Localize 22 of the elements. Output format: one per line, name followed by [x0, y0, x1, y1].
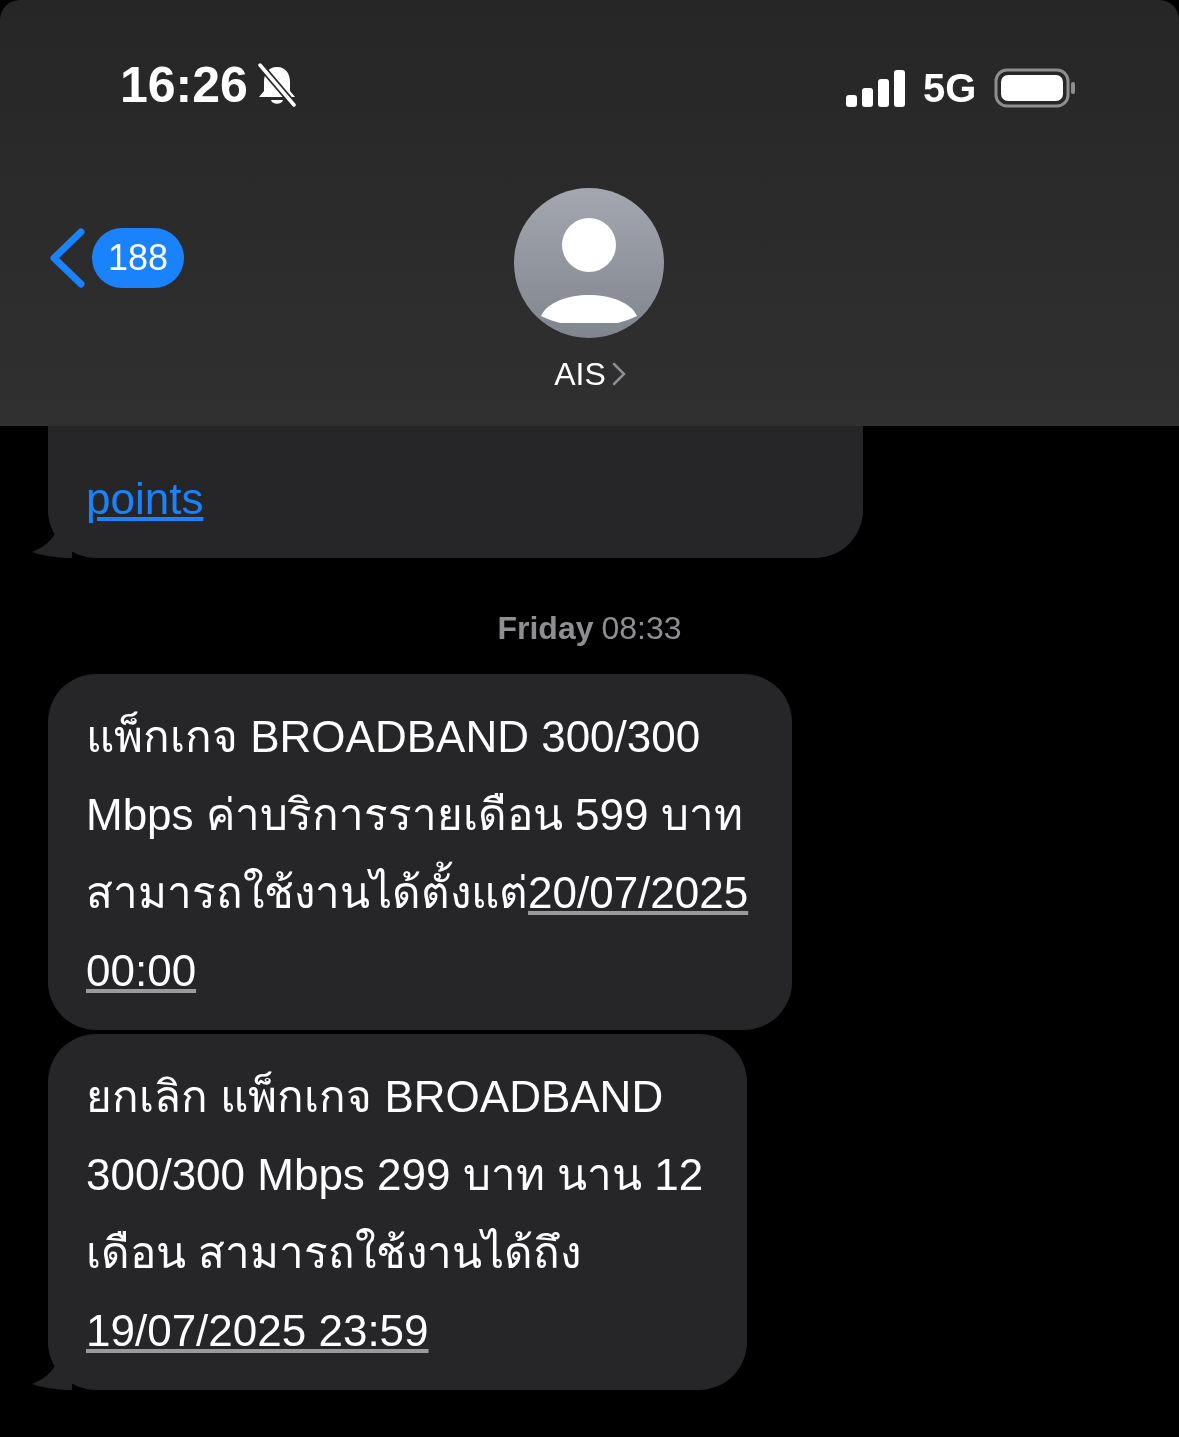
unread-count-badge: 188 [92, 228, 184, 288]
date-link[interactable]: 20/07/2025 [528, 854, 749, 932]
message-text: Mbps ค่าบริการรายเดือน 599 บาท [86, 789, 743, 841]
message-text: 300/300 Mbps 299 บาท นาน 12 [86, 1149, 704, 1201]
url-link[interactable]: points [86, 460, 204, 538]
message-text: ยกเลิก แพ็กเกจ BROADBAND [86, 1070, 664, 1123]
signal-icon [846, 69, 905, 107]
message-text: แพ็กเกจ BROADBAND 300/300 [86, 710, 701, 763]
network-label: 5G [923, 68, 977, 108]
back-button[interactable]: 188 [48, 228, 184, 288]
person-silhouette-icon [539, 218, 639, 323]
clock-time: 16:26 [120, 60, 248, 110]
timestamp-day: Friday [497, 612, 594, 644]
date-link[interactable]: 19/07/2025 23:59 [86, 1292, 429, 1370]
message-text: เดือน สามารถใช้งานได้ถึง [86, 1227, 582, 1279]
battery-icon [994, 68, 1077, 108]
contact-name-button[interactable]: AIS [550, 358, 630, 390]
chevron-right-icon [611, 362, 626, 386]
date-link[interactable]: 00:00 [86, 932, 197, 1010]
chevron-left-icon [48, 228, 86, 288]
message-text: สามารถใช้งานได้ตั้งแต่ [86, 854, 528, 932]
timestamp-time: 08:33 [601, 612, 682, 644]
